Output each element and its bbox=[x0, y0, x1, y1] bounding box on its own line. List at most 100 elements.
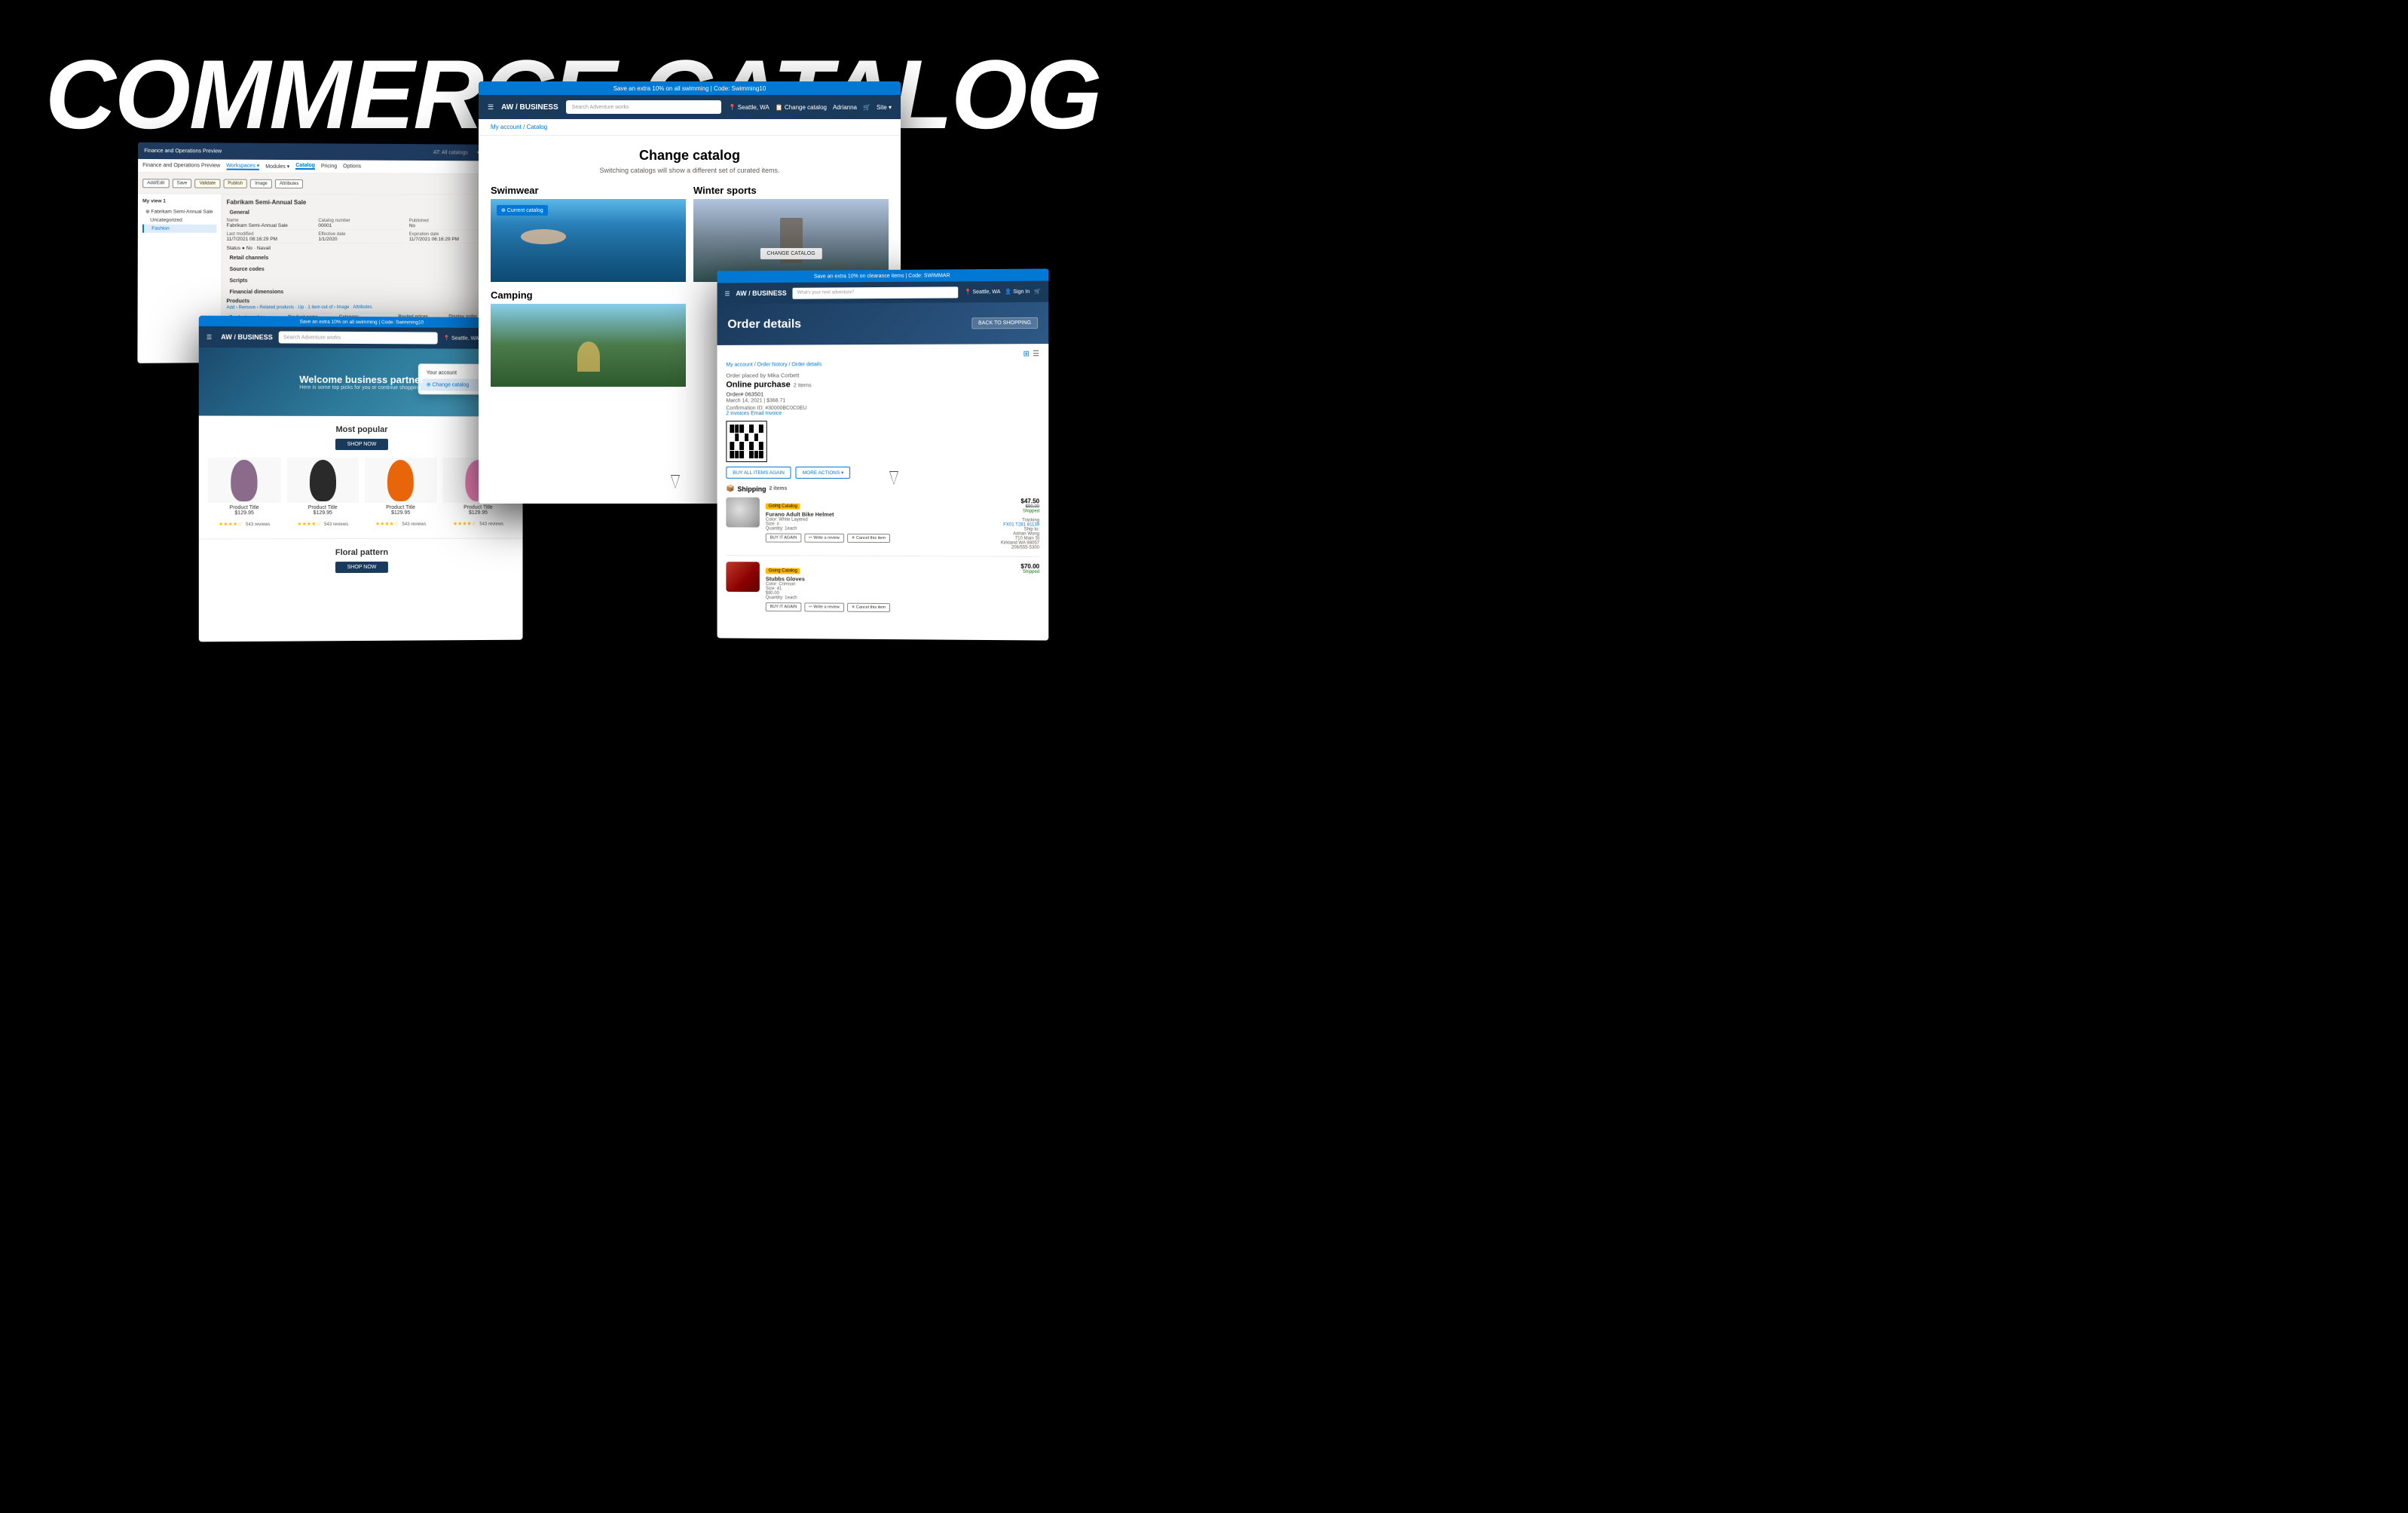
order-hamburger-icon[interactable]: ☰ bbox=[724, 290, 730, 297]
swimsuit-1-icon bbox=[231, 459, 257, 501]
fo-nav: Finance and Operations Preview Workspace… bbox=[138, 159, 499, 174]
store-search-input[interactable]: Search Adventure works bbox=[279, 331, 438, 344]
order-logo: AW / BUSINESS bbox=[736, 289, 786, 297]
order-buy-all-btn[interactable]: BUY ALL ITEMS AGAIN bbox=[726, 467, 791, 479]
list-item: Product Title $129.95 ★★★★☆ 543 reviews bbox=[286, 458, 359, 529]
catalog-change-btn-winter[interactable]: CHANGE CATALOG bbox=[760, 248, 822, 259]
order-more-actions-btn[interactable]: MORE ACTIONS ▾ bbox=[796, 467, 851, 479]
fo-field-name: Name Fabrikam Semi-Annual Sale bbox=[227, 219, 314, 230]
store-panel: Save an extra 10% on all swimming | Code… bbox=[199, 316, 523, 642]
order-grid-icon[interactable]: ⊞ bbox=[1023, 350, 1030, 358]
store-product-stars-2: ★★★★☆ 543 reviews bbox=[286, 516, 359, 529]
order-cancel-2[interactable]: ✕ Cancel this item bbox=[847, 603, 890, 612]
order-list-icon[interactable]: ☰ bbox=[1033, 350, 1039, 358]
order-date: March 14, 2021 | $368.71 bbox=[726, 398, 1039, 404]
order-promo-text: Save an extra 10% on clearance items | C… bbox=[814, 273, 950, 279]
catalog-logo: AW / BUSINESS bbox=[501, 103, 558, 112]
catalog-card-camping: Camping bbox=[491, 289, 686, 387]
catalog-change-catalog-btn[interactable]: 📋 Change catalog bbox=[776, 104, 827, 111]
fo-toolbar-publish[interactable]: Publish bbox=[223, 179, 247, 188]
catalog-search-input[interactable]: Search Adventure works bbox=[566, 100, 721, 114]
catalog-camping-img-wrapper bbox=[491, 304, 686, 387]
catalog-user[interactable]: Adrianna bbox=[833, 104, 857, 111]
fo-nav-workspaces[interactable]: Workspaces ▾ bbox=[226, 162, 259, 170]
order-shipping-icon: 📦 bbox=[726, 485, 734, 493]
fo-sidebar-item-uncategorized[interactable]: Uncategorized bbox=[142, 216, 216, 225]
order-nav: ☰ AW / BUSINESS What's your next adventu… bbox=[718, 281, 1049, 305]
catalog-camping-label: Camping bbox=[491, 289, 686, 301]
store-shop-now-btn[interactable]: SHOP NOW bbox=[335, 439, 388, 450]
catalog-hamburger-icon[interactable]: ☰ bbox=[488, 103, 494, 112]
store-floral-btn[interactable]: SHOP NOW bbox=[335, 562, 388, 573]
catalog-cart-icon[interactable]: 🛒 bbox=[863, 104, 870, 111]
order-action-btns: BUY ALL ITEMS AGAIN MORE ACTIONS ▾ bbox=[726, 467, 1039, 479]
order-cart-icon[interactable]: 🛒 bbox=[1034, 289, 1041, 295]
order-cancel-1[interactable]: ✕ Cancel this item bbox=[847, 534, 890, 543]
fo-field-effective: Effective date 1/1/2020 bbox=[318, 232, 405, 243]
fo-field-row-2: Last modified 11/7/2021 08:16:29 PM Effe… bbox=[227, 232, 495, 243]
store-hamburger-icon[interactable]: ☰ bbox=[207, 333, 212, 340]
order-item-qty-1: Quantity: 1each bbox=[766, 527, 988, 532]
fo-toolbar-image[interactable]: Image bbox=[250, 179, 272, 188]
swimsuit-2-icon bbox=[310, 459, 336, 501]
order-shipping-label: Shipping bbox=[737, 485, 766, 492]
fo-toolbar-addline[interactable]: Add/Edit bbox=[142, 179, 169, 188]
order-item-gloves-details: Going Catalog Stubbs Gloves Color: Crims… bbox=[766, 562, 988, 612]
fo-field-last-modified: Last modified 11/7/2021 08:16:29 PM bbox=[227, 232, 314, 243]
order-buy-again-2[interactable]: BUY IT AGAIN bbox=[766, 602, 801, 611]
order-item-status-2: Shipped bbox=[994, 570, 1040, 574]
fo-value-effective: 1/1/2020 bbox=[318, 237, 405, 243]
fo-header: Finance and Operations Preview AT: All c… bbox=[138, 142, 499, 161]
order-body: ⊞ ☰ My account / Order history / Order d… bbox=[718, 344, 1049, 631]
fo-nav-finance[interactable]: Finance and Operations Preview bbox=[142, 163, 220, 169]
fo-header-title: Finance and Operations Preview bbox=[144, 148, 222, 154]
fo-toolbar-validate[interactable]: Validate bbox=[195, 179, 221, 188]
catalog-title: Change catalog bbox=[491, 148, 889, 164]
store-location: 📍 Seattle, WA bbox=[443, 335, 479, 341]
catalog-location: 📍 Seattle, WA bbox=[729, 104, 770, 111]
catalog-swimwear-img-wrapper: ⊕ Current catalog bbox=[491, 199, 686, 282]
store-hero-sub: Here is some top picks for you or contin… bbox=[299, 385, 424, 391]
order-invoices[interactable]: 2 invoices Email Invoice bbox=[726, 411, 1039, 417]
order-item-count: 2 items bbox=[794, 381, 812, 388]
catalog-card-swimwear: Swimwear ⊕ Current catalog bbox=[491, 185, 686, 282]
order-buy-again-1[interactable]: BUY IT AGAIN bbox=[766, 534, 801, 543]
order-item-helmet-img bbox=[726, 498, 759, 528]
order-hero: Order details BACK TO SHOPPING bbox=[718, 302, 1049, 345]
store-section-title: Most popular bbox=[208, 425, 514, 435]
fo-header-tab-all[interactable]: AT: All catalogs bbox=[433, 150, 468, 155]
order-nav-right: 📍 Seattle, WA 👤 Sign In 🛒 bbox=[965, 289, 1041, 296]
fo-sidebar-item-fashion[interactable]: Fashion bbox=[142, 225, 216, 233]
catalog-card-winter: Winter sports CHANGE CATALOG bbox=[693, 185, 889, 282]
fo-toolbar-save[interactable]: Save bbox=[172, 179, 191, 188]
order-review-1[interactable]: ✏ Write a review bbox=[804, 534, 844, 543]
order-item-price-wrapper-2: $70.00 Shipped bbox=[994, 563, 1040, 614]
catalog-site-selector[interactable]: Site ▾ bbox=[877, 104, 892, 111]
store-search-placeholder: Search Adventure works bbox=[283, 335, 341, 340]
order-hero-title: Order details bbox=[727, 317, 801, 331]
catalog-promo-bar: Save an extra 10% on all swimming | Code… bbox=[479, 81, 901, 95]
fo-sidebar-item-fabrikam[interactable]: ⊕ Fabrikam Semi-Annual Sale bbox=[142, 207, 216, 216]
order-item-price-wrapper-1: $47.50 $90.00 Shipped Tracking FX01 T281… bbox=[994, 498, 1040, 550]
fo-nav-modules[interactable]: Modules ▾ bbox=[265, 163, 289, 169]
order-search-input[interactable]: What's your next adventure? bbox=[793, 286, 959, 299]
fo-status: Status ● No · Navail bbox=[226, 246, 494, 251]
order-search-placeholder: What's your next adventure? bbox=[797, 290, 855, 295]
fo-toolbar-attributes[interactable]: Attributes bbox=[275, 179, 303, 188]
fo-nav-options[interactable]: Options bbox=[343, 164, 361, 169]
order-item-gloves-img bbox=[726, 562, 759, 592]
catalog-promo-text: Save an extra 10% on all swimming | Code… bbox=[613, 85, 766, 92]
order-shipping-count: 2 items bbox=[769, 486, 787, 492]
catalog-search-placeholder: Search Adventure works bbox=[572, 105, 629, 110]
fo-sidebar-heading: My view 1 bbox=[142, 198, 216, 204]
order-item-qty-2: Quantity: 1each bbox=[766, 596, 988, 602]
order-back-btn[interactable]: BACK TO SHOPPING bbox=[971, 317, 1038, 329]
store-nav: ☰ AW / BUSINESS Search Adventure works 📍… bbox=[199, 326, 523, 349]
order-qr-code bbox=[726, 421, 766, 462]
fo-nav-catalog[interactable]: Catalog bbox=[295, 163, 315, 170]
fo-nav-pricing[interactable]: Pricing bbox=[321, 164, 337, 169]
order-review-2[interactable]: ✏ Write a review bbox=[804, 602, 844, 611]
catalog-breadcrumb: My account / Catalog bbox=[479, 119, 901, 136]
glove-icon bbox=[726, 562, 759, 592]
order-sign-in[interactable]: 👤 Sign In bbox=[1005, 289, 1030, 295]
